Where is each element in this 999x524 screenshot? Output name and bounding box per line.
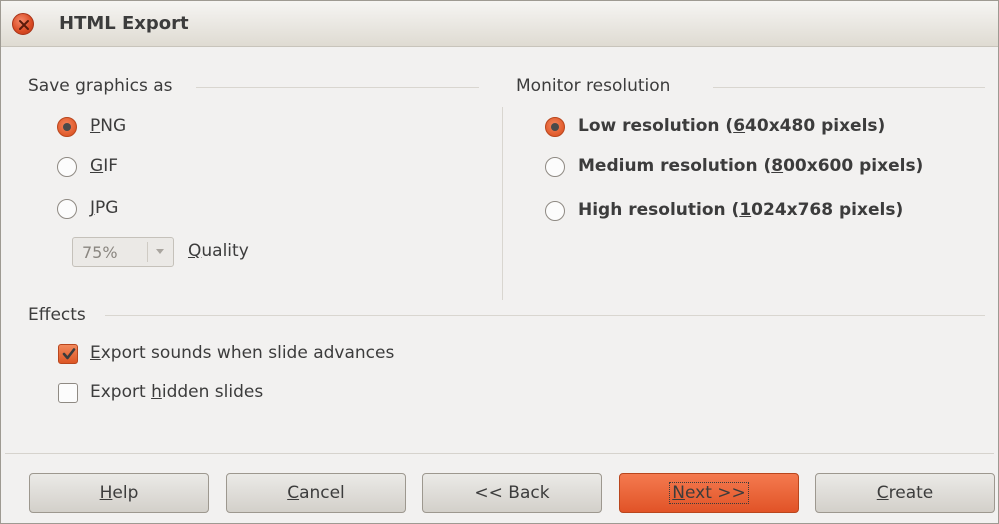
next-button[interactable]: Next >> [619, 473, 799, 513]
group-separator [105, 315, 985, 316]
export-sounds-label[interactable]: Export sounds when slide advances [90, 343, 394, 363]
low-resolution-radio[interactable] [545, 117, 565, 137]
group-separator [196, 87, 479, 88]
low-resolution-label[interactable]: Low resolution (640x480 pixels) [578, 116, 885, 136]
column-divider [502, 107, 503, 300]
png-label[interactable]: PNG [90, 116, 126, 136]
effects-group-label: Effects [28, 305, 86, 325]
medium-resolution-radio[interactable] [545, 157, 565, 177]
quality-label: Quality [188, 241, 249, 261]
back-button[interactable]: << Back [422, 473, 602, 513]
html-export-dialog: HTML Export Save graphics as PNG GIF JPG… [0, 0, 999, 524]
gif-radio[interactable] [57, 157, 77, 177]
window-title: HTML Export [59, 13, 189, 34]
title-bar: HTML Export [1, 1, 998, 47]
close-button[interactable] [12, 13, 34, 35]
cancel-button[interactable]: Cancel [226, 473, 406, 513]
jpg-label[interactable]: JPG [90, 198, 118, 218]
gif-label[interactable]: GIF [90, 156, 118, 176]
jpg-radio[interactable] [57, 199, 77, 219]
close-icon [19, 20, 29, 30]
high-resolution-label[interactable]: High resolution (1024x768 pixels) [578, 200, 903, 220]
quality-value: 75% [82, 243, 118, 262]
export-hidden-slides-label[interactable]: Export hidden slides [90, 382, 263, 402]
quality-combobox[interactable]: 75% [72, 237, 174, 267]
create-button[interactable]: Create [815, 473, 995, 513]
monitor-resolution-group-label: Monitor resolution [516, 76, 671, 96]
export-sounds-checkbox[interactable] [58, 344, 78, 364]
group-separator [713, 87, 985, 88]
check-icon [62, 348, 76, 360]
export-hidden-slides-checkbox[interactable] [58, 383, 78, 403]
help-button[interactable]: Help [29, 473, 209, 513]
high-resolution-radio[interactable] [545, 201, 565, 221]
save-graphics-group-label: Save graphics as [28, 76, 173, 96]
png-radio[interactable] [57, 117, 77, 137]
medium-resolution-label[interactable]: Medium resolution (800x600 pixels) [578, 156, 923, 176]
chevron-down-icon [156, 249, 164, 254]
button-area-separator [5, 453, 994, 454]
